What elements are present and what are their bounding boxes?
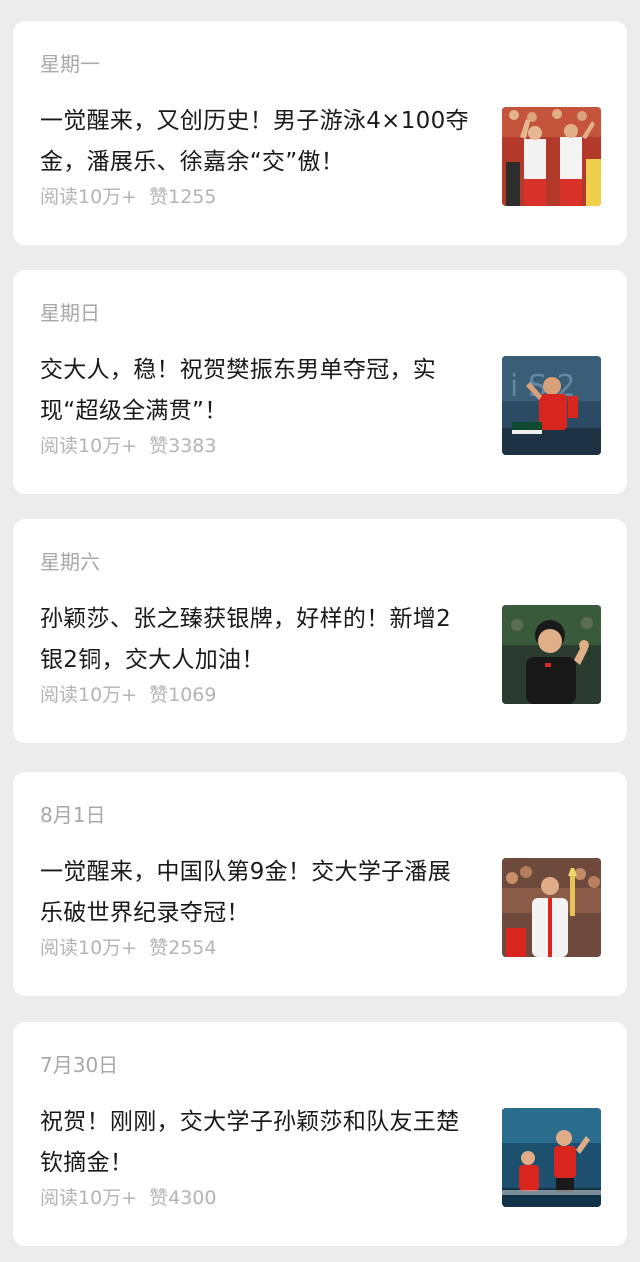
article-title[interactable]: 交大人，稳！祝贺樊振东男单夺冠，实现“超级全满贯”！: [40, 350, 472, 432]
like-count: 赞1255: [149, 186, 217, 208]
article-card[interactable]: 星期一 一觉醒来，又创历史！男子游泳4×100夺金，潘展乐、徐嘉余“交”傲！ 阅…: [13, 21, 627, 245]
article-card[interactable]: 7月30日 祝贺！刚刚，交大学子孙颖莎和队友王楚钦摘金！ 阅读10万+ 赞4300: [13, 1022, 627, 1246]
read-count: 阅读10万+: [40, 937, 138, 959]
swimmers-celebrating-photo[interactable]: [502, 107, 601, 206]
article-card[interactable]: 8月1日 一觉醒来，中国队第9金！交大学子潘展乐破世界纪录夺冠！ 阅读10万+ 赞…: [13, 772, 627, 996]
table-tennis-player-photo[interactable]: i S 2: [502, 356, 601, 455]
article-stats: 阅读10万+ 赞2554: [40, 935, 216, 961]
like-count: 赞2554: [149, 937, 217, 959]
article-title[interactable]: 祝贺！刚刚，交大学子孙颖莎和队友王楚钦摘金！: [40, 1102, 472, 1184]
article-title[interactable]: 一觉醒来，又创历史！男子游泳4×100夺金，潘展乐、徐嘉余“交”傲！: [40, 101, 472, 183]
article-date: 星期日: [40, 301, 100, 325]
article-stats: 阅读10万+ 赞4300: [40, 1185, 216, 1211]
athlete-fist-pump-photo[interactable]: [502, 605, 601, 704]
swimmer-with-torch-photo[interactable]: [502, 858, 601, 957]
article-title[interactable]: 孙颖莎、张之臻获银牌，好样的！新增2银2铜，交大人加油！: [40, 599, 472, 681]
like-count: 赞4300: [149, 1187, 217, 1209]
article-card[interactable]: 星期日 交大人，稳！祝贺樊振东男单夺冠，实现“超级全满贯”！ 阅读10万+ 赞33…: [13, 270, 627, 494]
mixed-doubles-table-tennis-photo[interactable]: [502, 1108, 601, 1207]
like-count: 赞1069: [149, 684, 217, 706]
article-feed: 星期一 一觉醒来，又创历史！男子游泳4×100夺金，潘展乐、徐嘉余“交”傲！ 阅…: [0, 0, 640, 1262]
article-date: 星期六: [40, 550, 100, 574]
article-stats: 阅读10万+ 赞1069: [40, 682, 216, 708]
article-date: 7月30日: [40, 1053, 119, 1077]
read-count: 阅读10万+: [40, 684, 138, 706]
read-count: 阅读10万+: [40, 435, 138, 457]
article-stats: 阅读10万+ 赞3383: [40, 433, 216, 459]
article-card[interactable]: 星期六 孙颖莎、张之臻获银牌，好样的！新增2银2铜，交大人加油！ 阅读10万+ 赞…: [13, 519, 627, 743]
read-count: 阅读10万+: [40, 1187, 138, 1209]
like-count: 赞3383: [149, 435, 217, 457]
article-date: 星期一: [40, 52, 100, 76]
article-stats: 阅读10万+ 赞1255: [40, 184, 216, 210]
article-date: 8月1日: [40, 803, 106, 827]
article-title[interactable]: 一觉醒来，中国队第9金！交大学子潘展乐破世界纪录夺冠！: [40, 852, 472, 934]
read-count: 阅读10万+: [40, 186, 138, 208]
